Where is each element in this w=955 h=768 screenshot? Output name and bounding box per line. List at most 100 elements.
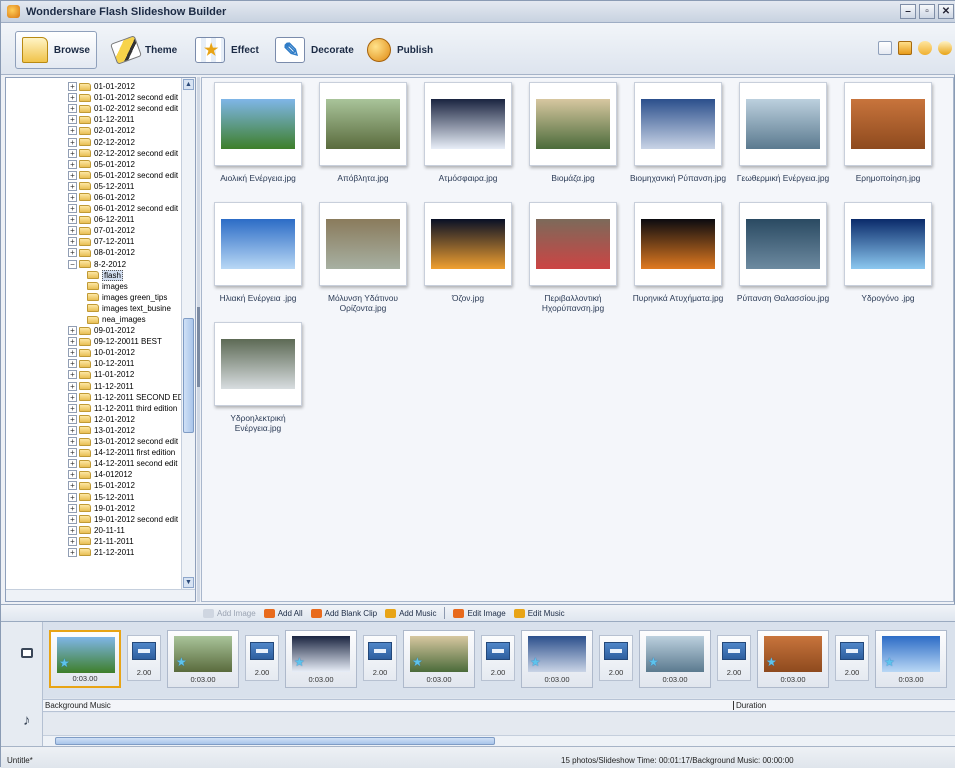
tree-item[interactable]: +06-12-2011 (6, 214, 182, 225)
photo-frame[interactable] (214, 202, 302, 286)
expand-icon[interactable]: + (68, 248, 77, 258)
gallery-item[interactable]: Βιομάζα.jpg (523, 82, 623, 183)
storyboard-clip[interactable]: ★ 0:03.00 (875, 630, 947, 688)
gallery-item[interactable]: Ερημοποίηση.jpg (838, 82, 938, 183)
tree-vertical-scrollbar[interactable]: ▲ ▼ (181, 78, 195, 590)
tree-item[interactable]: +01-01-2012 second edit (6, 92, 182, 103)
expand-icon[interactable]: + (68, 403, 77, 413)
tree-item[interactable]: +06-01-2012 (6, 192, 182, 203)
tree-item[interactable]: images green_tips (6, 292, 182, 303)
edit-music-button[interactable]: Edit Music (513, 608, 565, 618)
transition-slot[interactable]: 2.00 (481, 635, 515, 681)
expand-icon[interactable]: + (68, 215, 77, 225)
photo-frame[interactable] (844, 202, 932, 286)
tree-item[interactable]: +13-01-2012 (6, 425, 182, 436)
expand-icon[interactable]: + (68, 470, 77, 480)
expand-icon[interactable]: + (68, 148, 77, 158)
expand-icon[interactable]: + (68, 115, 77, 125)
tree-item[interactable]: − 8-2-2012 (6, 259, 182, 270)
expand-icon[interactable]: + (68, 414, 77, 424)
expand-icon[interactable]: + (68, 192, 77, 202)
photo-frame[interactable] (424, 202, 512, 286)
expand-icon[interactable]: + (68, 448, 77, 458)
timeline-scroll-thumb[interactable] (55, 737, 495, 745)
expand-icon[interactable]: + (68, 370, 77, 380)
storyboard-clip[interactable]: ★ 0:03.00 (757, 630, 829, 688)
photo-frame[interactable] (319, 82, 407, 166)
tab-decorate[interactable]: Decorate (269, 31, 360, 69)
photo-frame[interactable] (634, 202, 722, 286)
expand-icon[interactable]: + (68, 181, 77, 191)
expand-icon[interactable]: + (68, 547, 77, 557)
tree-scroll-thumb[interactable] (183, 318, 194, 433)
tree-item[interactable]: +11-01-2012 (6, 369, 182, 380)
gallery-item[interactable]: Όζον.jpg (418, 202, 518, 303)
collapse-icon[interactable]: − (68, 259, 77, 269)
expand-icon[interactable]: + (68, 126, 77, 136)
tree-item[interactable]: images (6, 281, 182, 292)
help-icon[interactable] (938, 41, 952, 55)
transition-slot[interactable]: 2.00 (363, 635, 397, 681)
close-button[interactable]: ✕ (938, 4, 954, 19)
storyboard-clip[interactable]: ★ 0:03.00 (521, 630, 593, 688)
tree-item[interactable]: +11-12-2011 SECOND ED (6, 392, 182, 403)
gallery-item[interactable]: Υδροηλεκτρική Ενέργεια.jpg (208, 322, 308, 433)
gallery-item[interactable]: Απόβλητα.jpg (313, 82, 413, 183)
tree-item[interactable]: +19-01-2012 second edit (6, 514, 182, 525)
add-music-button[interactable]: Add Music (385, 608, 436, 618)
expand-icon[interactable]: + (68, 381, 77, 391)
tree-item[interactable]: +14-012012 (6, 469, 182, 480)
expand-icon[interactable]: + (68, 536, 77, 546)
photo-frame[interactable] (739, 202, 827, 286)
tab-browse[interactable]: Browse (15, 31, 97, 69)
transition-slot[interactable]: 2.00 (599, 635, 633, 681)
tree-item[interactable]: +08-01-2012 (6, 247, 182, 258)
splitter-grip[interactable] (197, 307, 200, 387)
tree-item[interactable]: +02-12-2012 (6, 136, 182, 147)
tree-item[interactable]: +09-12-20011 BEST (6, 336, 182, 347)
expand-icon[interactable]: + (68, 104, 77, 114)
photo-frame[interactable] (739, 82, 827, 166)
tab-effect[interactable]: Effect (189, 31, 265, 69)
tree-item[interactable]: +10-12-2011 (6, 358, 182, 369)
storyboard-clip[interactable]: ★ 0:03.00 (403, 630, 475, 688)
add-all-button[interactable]: Add All (263, 608, 303, 618)
photo-frame[interactable] (214, 322, 302, 406)
photo-frame[interactable] (319, 202, 407, 286)
new-project-icon[interactable] (878, 41, 892, 55)
tree-item[interactable]: +10-01-2012 (6, 347, 182, 358)
restore-button[interactable]: ▫ (919, 4, 935, 19)
transition-slot[interactable]: 2.00 (127, 635, 161, 681)
add-blank-clip-button[interactable]: Add Blank Clip (310, 608, 377, 618)
scroll-up-icon[interactable]: ▲ (183, 79, 194, 90)
expand-icon[interactable]: + (68, 359, 77, 369)
add-image-button[interactable]: Add Image (203, 608, 256, 618)
expand-icon[interactable]: + (68, 93, 77, 103)
tab-theme[interactable]: Theme (107, 31, 183, 69)
expand-icon[interactable]: + (68, 437, 77, 447)
photo-frame[interactable] (529, 82, 617, 166)
scroll-down-icon[interactable]: ▼ (183, 577, 194, 588)
photo-frame[interactable] (844, 82, 932, 166)
gallery-item[interactable]: Βιομηχανική Ρύπανση.jpg (628, 82, 728, 183)
storyboard-clip[interactable]: ★ 0:03.00 (167, 630, 239, 688)
minimize-button[interactable]: – (900, 4, 916, 19)
music-track[interactable] (43, 713, 955, 735)
tree-item[interactable]: +21-11-2011 (6, 536, 182, 547)
tree-item[interactable]: +12-01-2012 (6, 414, 182, 425)
gallery-item[interactable]: Ρύπανση Θαλασσίου.jpg (733, 202, 833, 303)
tree-item[interactable]: +09-01-2012 (6, 325, 182, 336)
tree-item[interactable]: +19-01-2012 (6, 503, 182, 514)
gallery-item[interactable]: Ατμόσφαιρα.jpg (418, 82, 518, 183)
storyboard-clip[interactable]: ★ 0:03.00 (639, 630, 711, 688)
transition-slot[interactable]: 2.00 (835, 635, 869, 681)
tree-item[interactable]: +11-12-2011 third edition (6, 403, 182, 414)
gallery-item[interactable]: Γεωθερμική Ενέργεια.jpg (733, 82, 833, 183)
expand-icon[interactable]: + (68, 237, 77, 247)
gallery-item[interactable]: Υδρογόνο .jpg (838, 202, 938, 303)
tree-item[interactable]: +01-02-2012 second edit (6, 103, 182, 114)
expand-icon[interactable]: + (68, 170, 77, 180)
tree-item[interactable]: +05-01-2012 second edit (6, 170, 182, 181)
expand-icon[interactable]: + (68, 392, 77, 402)
tab-publish[interactable]: Publish (361, 31, 439, 69)
